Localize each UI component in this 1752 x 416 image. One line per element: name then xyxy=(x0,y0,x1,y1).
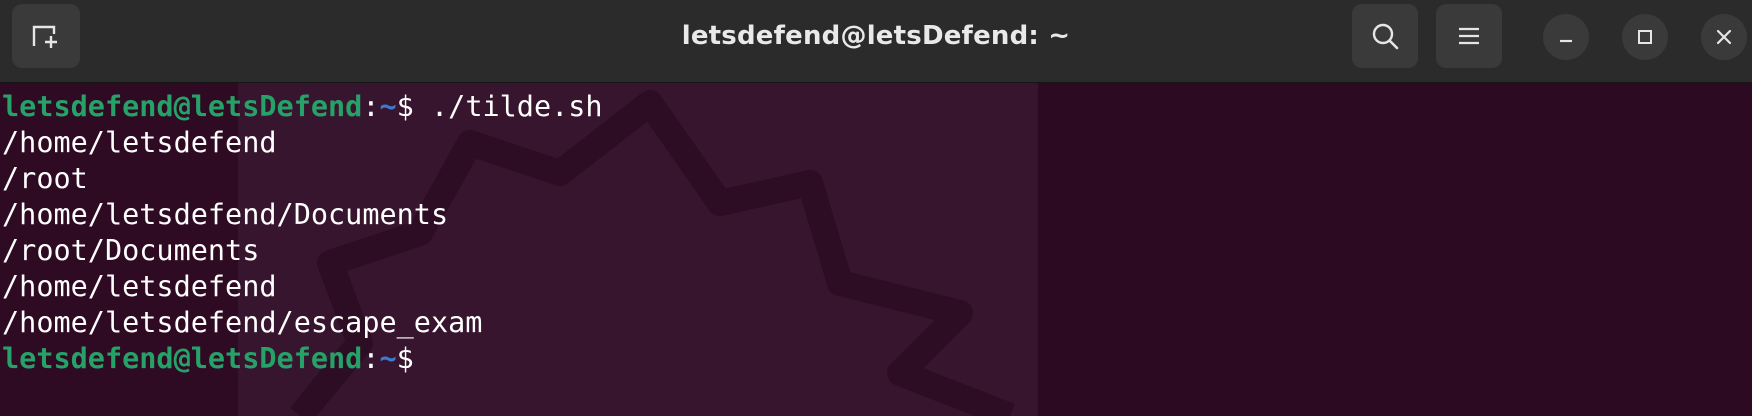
prompt-line: letsdefend@letsDefend:~$ ./tilde.sh xyxy=(2,89,603,125)
output-line: /home/letsdefend/Documents xyxy=(2,198,449,231)
command-text: ./tilde.sh xyxy=(413,90,603,123)
search-icon xyxy=(1372,23,1399,50)
hamburger-menu-icon xyxy=(1459,27,1479,45)
header-bar: letsdefend@letsDefend: ~ xyxy=(0,0,1752,83)
output-line: /root xyxy=(2,162,88,195)
output-line: /home/letsdefend/escape_exam xyxy=(2,306,483,339)
terminal-output-area[interactable]: letsdefend@letsDefend:~$ ./tilde.sh /hom… xyxy=(0,83,1752,416)
terminal-lines: letsdefend@letsDefend:~$ ./tilde.sh /hom… xyxy=(2,89,603,377)
prompt-path: ~ xyxy=(379,90,397,123)
output-line: /home/letsdefend xyxy=(2,270,277,303)
prompt-line: letsdefend@letsDefend:~$ xyxy=(2,341,603,377)
minimize-icon xyxy=(1560,39,1572,43)
prompt-separator: : xyxy=(362,90,380,123)
prompt-symbol: $ xyxy=(396,90,414,123)
close-button[interactable] xyxy=(1701,14,1747,60)
maximize-button[interactable] xyxy=(1622,14,1668,60)
output-line: /home/letsdefend xyxy=(2,126,277,159)
prompt-symbol: $ xyxy=(396,342,414,375)
output-line: /root/Documents xyxy=(2,234,260,267)
minimize-button[interactable] xyxy=(1543,14,1589,60)
close-icon xyxy=(1716,29,1732,45)
prompt-user-host: letsdefend@letsDefend xyxy=(2,342,363,375)
prompt-user-host: letsdefend@letsDefend xyxy=(2,90,363,123)
search-button[interactable] xyxy=(1352,4,1418,68)
maximize-icon xyxy=(1638,30,1652,44)
menu-button[interactable] xyxy=(1436,4,1502,68)
prompt-separator: : xyxy=(362,342,380,375)
terminal-window: letsdefend@letsDefend: ~ letsdefend@lets… xyxy=(0,0,1752,416)
prompt-path: ~ xyxy=(379,342,397,375)
